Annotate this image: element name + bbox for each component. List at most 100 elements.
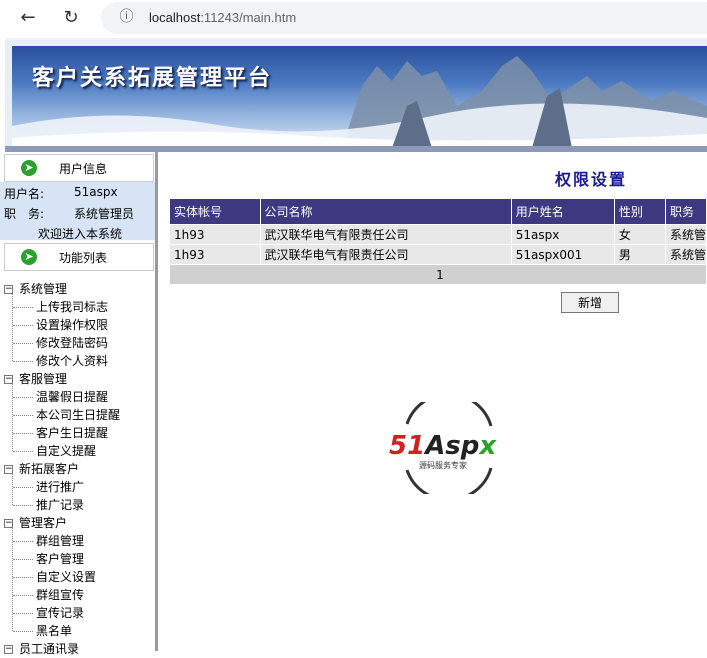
logo-subtitle: 源码服务专家 [419,460,467,470]
tree-node-label: 管理客户 [19,516,68,530]
browser-toolbar: ← ↻ ⓘ localhost:11243/main.htm [0,0,707,36]
tree-node-label: 系统管理 [19,282,68,296]
tree-connector [12,528,13,631]
col-header[interactable]: 实体帐号 [169,198,261,225]
tree-connector [13,505,33,506]
tree-leaf-link[interactable]: 黑名单 [36,622,72,640]
func-list-header: ➤ 功能列表 [4,243,154,271]
tree-leaf-link[interactable]: 宣传记录 [36,604,84,622]
cell-role: 系统管 [664,244,707,265]
pager-page-link[interactable]: 1 [169,264,707,285]
col-header[interactable]: 公司名称 [259,198,512,225]
tree-node[interactable]: − 员工通讯录 [4,640,79,658]
banner-title: 客户关系拓展管理平台 [32,65,273,91]
tree-leaf-link[interactable]: 客户生日提醒 [36,424,108,442]
banner-image: 客户关系拓展管理平台 [12,46,707,148]
tree-node[interactable]: − 客服管理 [4,370,67,388]
arrow-right-icon: ➤ [21,160,37,176]
info-icon[interactable]: ⓘ [119,10,134,25]
url-host: localhost [149,10,201,25]
tree-connector [13,397,33,398]
welcome-text: 欢迎进入本系统 [38,227,123,241]
tree-node[interactable]: − 新拓展客户 [4,460,79,478]
username-row: 用户名: 51aspx [4,185,118,202]
main-content: 权限设置 实体帐号 公司名称 用户姓名 性别 职务 1h93 武汉联华电气有限责… [161,152,707,651]
cell-role: 系统管 [664,224,707,245]
collapse-icon[interactable]: − [4,519,13,528]
cell-gender: 女 [613,224,666,245]
tree-connector [12,384,13,451]
tree-connector [13,361,33,362]
address-bar[interactable]: ⓘ localhost:11243/main.htm [101,2,707,34]
tree-node-label: 新拓展客户 [19,462,80,476]
role-value: 系统管理员 [74,207,135,221]
user-info-title: 用户信息 [59,161,108,176]
username-value: 51aspx [74,185,118,199]
user-info-header: ➤ 用户信息 [4,154,154,182]
col-header[interactable]: 性别 [613,198,666,225]
tree-connector [13,451,33,452]
tree-connector [13,487,33,488]
tree-leaf-link[interactable]: 自定义提醒 [36,442,96,460]
tree-leaf-link[interactable]: 客户管理 [36,550,84,568]
back-arrow-icon[interactable]: ← [16,6,40,30]
collapse-icon[interactable]: − [4,375,13,384]
url-path: :11243/main.htm [200,10,297,25]
tree-leaf-link[interactable]: 推广记录 [36,496,84,514]
header-banner: 客户关系拓展管理平台 [5,38,707,148]
tree-connector [13,541,33,542]
arrow-right-icon: ➤ [21,249,37,265]
tree-connector [13,577,33,578]
tree-node-label: 客服管理 [19,372,68,386]
tree-leaf-link[interactable]: 设置操作权限 [36,316,108,334]
table-row[interactable]: 1h93 武汉联华电气有限责任公司 51aspx 女 系统管 [169,224,707,245]
tree-connector [13,415,33,416]
reload-icon[interactable]: ↻ [59,6,83,30]
logo-text: 51Aspx [389,431,497,461]
tree-leaf-link[interactable]: 群组宣传 [36,586,84,604]
cell-company: 武汉联华电气有限责任公司 [259,224,512,245]
col-header[interactable]: 用户姓名 [510,198,615,225]
collapse-icon[interactable]: − [4,465,13,474]
user-info-box: 用户名: 51aspx 职 务: 系统管理员 欢迎进入本系统 [0,182,155,241]
tree-connector [13,343,33,344]
tree-connector [13,631,33,632]
tree-leaf-link[interactable]: 温馨假日提醒 [36,388,108,406]
collapse-icon[interactable]: − [4,645,13,654]
cell-company: 武汉联华电气有限责任公司 [259,244,512,265]
tree-leaf-link[interactable]: 修改登陆密码 [36,334,108,352]
tree-leaf-link[interactable]: 群组管理 [36,532,84,550]
tree-connector [13,595,33,596]
cell-name: 51aspx [510,224,615,245]
table-header-row: 实体帐号 公司名称 用户姓名 性别 职务 [169,198,707,225]
cell-name: 51aspx001 [510,244,615,265]
tree-connector [13,433,33,434]
collapse-icon[interactable]: − [4,285,13,294]
permission-table: 实体帐号 公司名称 用户姓名 性别 职务 1h93 武汉联华电气有限责任公司 5… [169,198,707,285]
tree-connector [13,559,33,560]
table-row[interactable]: 1h93 武汉联华电气有限责任公司 51aspx001 男 系统管 [169,244,707,265]
tree-connector [13,613,33,614]
username-label: 用户名: [4,187,45,201]
url-text: localhost:11243/main.htm [149,10,296,25]
tree-connector [13,325,33,326]
role-row: 职 务: 系统管理员 [4,205,134,222]
tree-leaf-link[interactable]: 上传我司标志 [36,298,108,316]
role-label: 职 务: [4,207,45,221]
pager-row: 1 [169,264,707,285]
cell-account: 1h93 [169,224,261,245]
logo: 51Aspx 源码服务专家 [389,392,509,502]
tree-leaf-link[interactable]: 本公司生日提醒 [36,406,120,424]
tree-leaf-link[interactable]: 修改个人资料 [36,352,108,370]
func-list-title: 功能列表 [59,250,108,265]
tree-leaf-link[interactable]: 进行推广 [36,478,84,496]
tree-connector [12,294,13,361]
tree-leaf-link[interactable]: 自定义设置 [36,568,96,586]
tree-connector [12,474,13,505]
col-header[interactable]: 职务 [664,198,707,225]
add-button[interactable]: 新增 [561,292,619,313]
tree-connector [13,307,33,308]
sidebar: ➤ 用户信息 用户名: 51aspx 职 务: 系统管理员 欢迎进入本系统 ➤ 功能… [0,152,158,656]
tree-node[interactable]: − 管理客户 [4,514,67,532]
tree-node[interactable]: − 系统管理 [4,280,67,298]
